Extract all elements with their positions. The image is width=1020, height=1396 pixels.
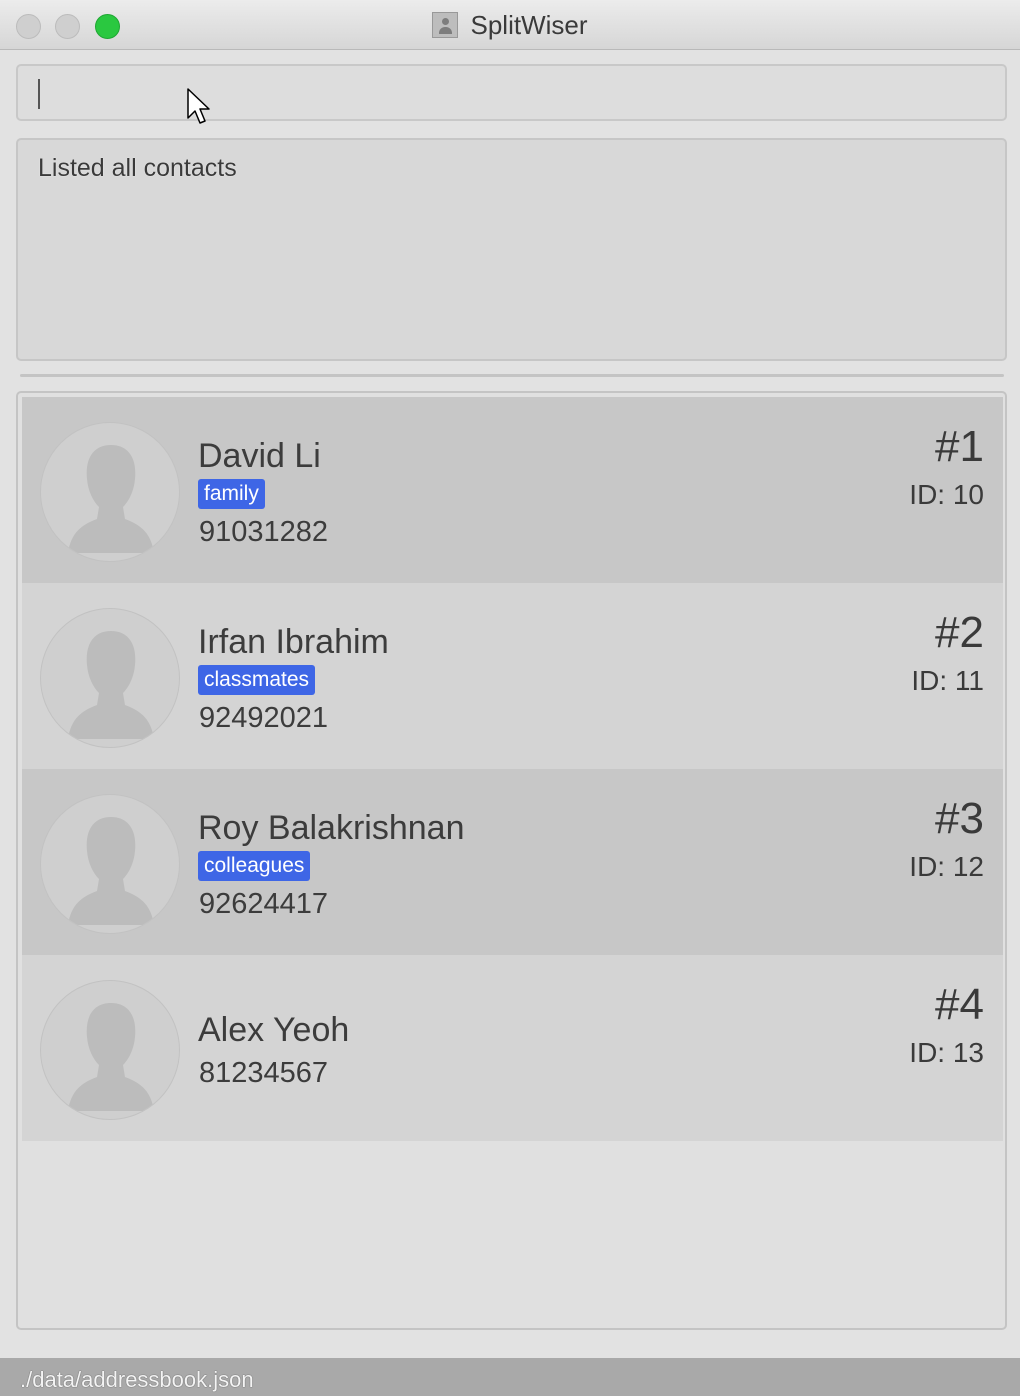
contact-id: ID: 12	[909, 851, 984, 882]
contact-name: Irfan Ibrahim	[198, 623, 389, 661]
window-title: SplitWiser	[470, 9, 588, 40]
contact-phone: 92492021	[199, 702, 329, 734]
person-silhouette-icon	[40, 794, 180, 934]
save-location-path: ./data/addressbook.json	[20, 1367, 254, 1392]
contact-name: Alex Yeoh	[198, 1011, 350, 1049]
contact-tag: colleagues	[198, 851, 311, 881]
contact-index: #3	[935, 794, 984, 843]
contact-card[interactable]: Roy Balakrishnan colleagues 92624417 #3 …	[22, 769, 1003, 955]
contact-index: #2	[935, 608, 984, 657]
contact-id: ID: 13	[909, 1037, 984, 1068]
contact-tag: classmates	[198, 665, 316, 695]
panel-splitter[interactable]	[20, 374, 1004, 377]
contact-card[interactable]: Alex Yeoh 81234567 #4 ID: 13	[22, 955, 1003, 1141]
contact-list[interactable]: David Li family 91031282 #1 ID: 10 Irfan…	[16, 391, 1007, 1330]
command-input[interactable]	[18, 66, 1005, 119]
contact-tag: family	[198, 479, 265, 509]
title-bar: SplitWiser	[0, 0, 1020, 50]
text-caret	[38, 79, 40, 109]
window-title-wrap: SplitWiser	[0, 0, 1020, 50]
contacts-app-icon	[432, 12, 459, 38]
contact-id: ID: 11	[911, 665, 984, 696]
person-silhouette-icon	[40, 608, 180, 748]
contact-id: ID: 10	[909, 479, 984, 510]
contact-phone: 92624417	[199, 888, 329, 920]
contact-phone: 91031282	[199, 516, 329, 548]
person-silhouette-icon	[40, 422, 180, 562]
contact-name: David Li	[198, 437, 321, 475]
contact-name: Roy Balakrishnan	[198, 809, 465, 847]
person-silhouette-icon	[40, 980, 180, 1120]
result-message: Listed all contacts	[38, 154, 237, 182]
contact-index: #1	[935, 422, 984, 471]
result-display: Listed all contacts	[16, 138, 1007, 361]
contact-card[interactable]: David Li family 91031282 #1 ID: 10	[22, 397, 1003, 583]
command-box[interactable]	[16, 64, 1007, 121]
status-bar: ./data/addressbook.json	[0, 1358, 1020, 1396]
contact-card[interactable]: Irfan Ibrahim classmates 92492021 #2 ID:…	[22, 583, 1003, 769]
contact-index: #4	[935, 980, 984, 1029]
contact-phone: 81234567	[199, 1057, 329, 1089]
